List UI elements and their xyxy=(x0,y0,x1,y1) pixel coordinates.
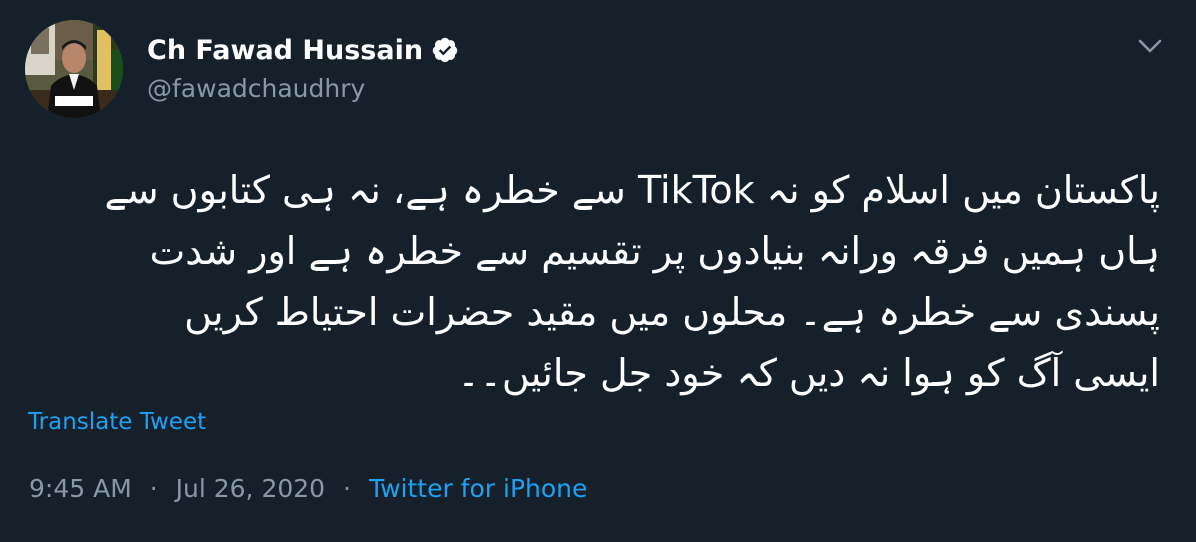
tweet-date[interactable]: Jul 26, 2020 xyxy=(176,474,325,503)
tweet-time[interactable]: 9:45 AM xyxy=(29,474,132,503)
user-info[interactable]: Ch Fawad Hussain @fawadchaudhry xyxy=(147,30,459,103)
tweet-line: ہاں ہمیں فرقہ ورانہ بنیادوں پر تقسیم سے … xyxy=(149,229,1160,273)
translate-tweet-link[interactable]: Translate Tweet xyxy=(28,409,206,435)
name-row: Ch Fawad Hussain xyxy=(147,30,459,70)
tweet-line: پاکستان میں اسلام کو نہ TikTok سے خطرہ ہ… xyxy=(104,168,1160,212)
display-name[interactable]: Ch Fawad Hussain xyxy=(147,35,423,66)
verified-badge-icon xyxy=(431,36,459,64)
separator-dot: · xyxy=(343,474,351,503)
tweet-meta: 9:45 AM · Jul 26, 2020 · Twitter for iPh… xyxy=(29,474,587,503)
avatar[interactable] xyxy=(25,20,123,118)
tweet-line: پسندی سے خطرہ ہے۔ محلوں میں مقید حضرات ا… xyxy=(184,290,1160,334)
user-handle[interactable]: @fawadchaudhry xyxy=(147,74,459,103)
tweet-text: پاکستان میں اسلام کو نہ TikTok سے خطرہ ہ… xyxy=(40,160,1160,404)
tweet-card: Ch Fawad Hussain @fawadchaudhry پاکستان … xyxy=(0,0,1196,542)
chevron-down-icon[interactable] xyxy=(1134,32,1166,60)
separator-dot: · xyxy=(149,474,158,503)
tweet-source-link[interactable]: Twitter for iPhone xyxy=(369,474,587,503)
tweet-line: ایسی آگ کو ہوا نہ دیں کہ خود جل جائیں۔۔ xyxy=(457,351,1160,395)
